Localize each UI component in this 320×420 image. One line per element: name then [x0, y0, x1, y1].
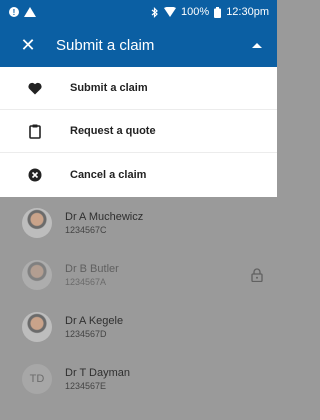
provider-name: Dr A Kegele: [65, 315, 124, 327]
menu-item-cancel-claim[interactable]: Cancel a claim: [0, 153, 277, 197]
provider-id: 1234567E: [65, 381, 107, 391]
alert-icon: !: [9, 7, 19, 17]
menu-item-label: Submit a claim: [70, 82, 148, 94]
avatar: [22, 260, 52, 290]
close-icon: ✕: [20, 35, 36, 55]
avatar: TD: [22, 364, 52, 394]
avatar: [22, 312, 52, 342]
close-button[interactable]: ✕: [0, 24, 56, 67]
page-title: Submit a claim: [56, 37, 155, 54]
cancel-circle-icon: [28, 168, 42, 182]
menu-item-label: Request a quote: [70, 125, 156, 137]
status-right: 100% 12:30pm: [151, 6, 269, 18]
list-item[interactable]: Dr B Butler 1234567A: [0, 249, 277, 301]
list-item[interactable]: TD Dr T Dayman 1234567E: [0, 353, 277, 405]
provider-list: Dr A Muchewicz 1234567C Dr B Butler 1234…: [0, 197, 277, 405]
clock: 12:30pm: [226, 6, 269, 18]
provider-id: 1234567A: [65, 277, 107, 287]
menu-item-request-quote[interactable]: Request a quote: [0, 110, 277, 153]
menu-item-submit-claim[interactable]: Submit a claim: [0, 67, 277, 110]
list-item[interactable]: Dr A Kegele 1234567D: [0, 301, 277, 353]
provider-name: Dr T Dayman: [65, 367, 131, 379]
battery-percent: 100%: [181, 6, 210, 18]
battery-icon: [214, 6, 222, 18]
heart-icon: [28, 82, 42, 94]
app-bar: ✕ Submit a claim: [0, 24, 277, 67]
provider-id: 1234567C: [65, 225, 107, 235]
collapse-menu-button[interactable]: [237, 24, 277, 67]
list-item[interactable]: Dr A Muchewicz 1234567C: [0, 197, 277, 249]
caret-up-icon: [252, 43, 262, 48]
warning-icon: [24, 7, 36, 17]
action-menu: Submit a claim Request a quote Cancel a …: [0, 67, 277, 197]
provider-id: 1234567D: [65, 329, 107, 339]
bluetooth-icon: [151, 6, 158, 18]
status-left: !: [9, 7, 36, 17]
avatar: [22, 208, 52, 238]
wifi-icon: [164, 7, 177, 17]
menu-item-label: Cancel a claim: [70, 169, 147, 181]
clipboard-icon: [29, 124, 41, 139]
provider-name: Dr B Butler: [65, 263, 119, 275]
lock-icon: [251, 268, 263, 282]
status-bar: ! 100% 12:30pm: [0, 0, 277, 24]
provider-name: Dr A Muchewicz: [65, 211, 144, 223]
